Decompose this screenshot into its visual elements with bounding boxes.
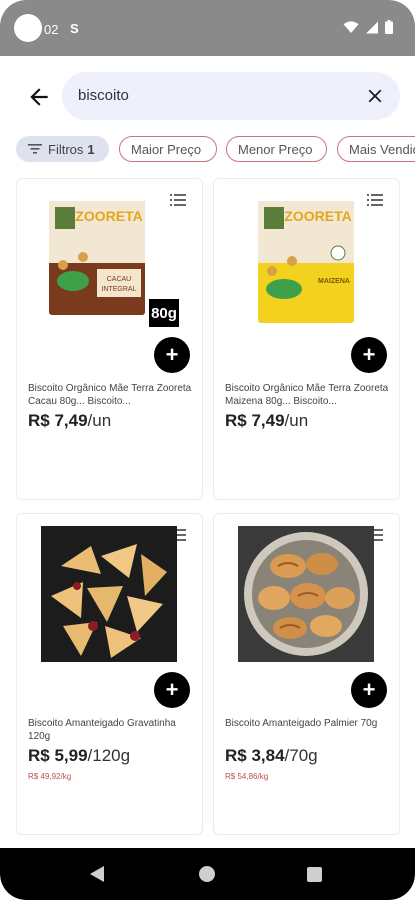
filter-chips: Filtros 1 Maior Preço Menor Preço Mais V…: [16, 136, 415, 164]
nav-recents-icon[interactable]: [307, 867, 322, 882]
phone-screen: 02 S biscoito Filtros 1 Maior Preço Meno…: [0, 0, 415, 900]
price-per-kg: R$ 49,92/kg: [28, 772, 72, 781]
product-price-row: R$ 5,99/120g: [28, 746, 130, 766]
plus-icon: +: [362, 342, 376, 367]
add-to-cart-button[interactable]: +: [351, 672, 387, 708]
chip-mais-vendidos[interactable]: Mais Vendidos: [337, 136, 415, 162]
chip-maior-preco[interactable]: Maior Preço: [119, 136, 217, 162]
product-unit: /un: [87, 411, 112, 430]
product-name[interactable]: Biscoito Orgânico Mãe Terra Zooreta Maiz…: [225, 382, 390, 408]
system-navigation-bar: [0, 848, 415, 900]
product-price: R$ 7,49: [28, 411, 88, 430]
search-input[interactable]: biscoito: [62, 72, 400, 120]
battery-icon: [385, 20, 393, 34]
product-unit: /70g: [284, 746, 318, 765]
add-to-cart-button[interactable]: +: [351, 337, 387, 373]
product-unit: /120g: [87, 746, 131, 765]
filter-label: Filtros: [48, 141, 84, 157]
product-price: R$ 7,49: [225, 411, 285, 430]
product-price-row: R$ 3,84/70g: [225, 746, 318, 766]
product-price: R$ 3,84: [225, 746, 285, 765]
plus-icon: +: [165, 342, 179, 367]
search-header: biscoito Filtros 1 Maior Preço Menor Pre…: [0, 56, 415, 180]
svg-text:CACAU: CACAU: [107, 276, 132, 283]
signal-icon: [366, 21, 378, 33]
close-icon[interactable]: [364, 85, 386, 107]
product-image: [41, 526, 177, 662]
product-card[interactable]: ZOORETA CACAU INTEGRAL 80g + Biscoito Or…: [16, 178, 203, 500]
filter-button[interactable]: Filtros 1: [16, 136, 109, 162]
filter-count: 1: [87, 141, 95, 157]
status-app-badge: S: [70, 21, 79, 36]
price-per-kg: R$ 54,86/kg: [225, 772, 269, 781]
product-name[interactable]: Biscoito Amanteigado Gravatinha 120g: [28, 717, 193, 743]
add-to-cart-button[interactable]: +: [154, 337, 190, 373]
nav-home-icon[interactable]: [199, 866, 215, 882]
product-name[interactable]: Biscoito Amanteigado Palmier 70g: [225, 717, 390, 730]
svg-text:INTEGRAL: INTEGRAL: [101, 286, 136, 293]
product-price: R$ 5,99: [28, 746, 88, 765]
search-query[interactable]: biscoito: [78, 87, 129, 104]
chip-menor-preco[interactable]: Menor Preço: [226, 136, 327, 162]
product-image: [238, 526, 374, 662]
wifi-icon: [343, 20, 359, 33]
product-price-row: R$ 7,49/un: [28, 411, 111, 431]
camera-cutout: [14, 14, 42, 42]
image-flavor-text: MAIZENA: [318, 278, 350, 285]
status-bar: 02 S: [0, 0, 415, 56]
plus-icon: +: [362, 677, 376, 702]
product-image: ZOORETA MAIZENA: [258, 201, 354, 323]
status-time: 02: [44, 22, 59, 37]
image-badge-text: 80g: [151, 305, 177, 322]
product-card[interactable]: + Biscoito Amanteigado Palmier 70g R$ 3,…: [213, 513, 400, 835]
status-icons: [343, 20, 393, 34]
product-name[interactable]: Biscoito Orgânico Mãe Terra Zooreta Caca…: [28, 382, 193, 408]
product-card[interactable]: + Biscoito Amanteigado Gravatinha 120g R…: [16, 513, 203, 835]
plus-icon: +: [165, 677, 179, 702]
back-arrow-icon[interactable]: [26, 84, 52, 110]
image-brand-text: ZOORETA: [75, 208, 142, 224]
filter-icon: [28, 144, 42, 154]
add-to-cart-button[interactable]: +: [154, 672, 190, 708]
product-price-row: R$ 7,49/un: [225, 411, 308, 431]
product-unit: /un: [284, 411, 309, 430]
product-image: ZOORETA CACAU INTEGRAL 80g: [49, 201, 179, 327]
image-brand-text: ZOORETA: [284, 208, 351, 224]
nav-back-icon[interactable]: [90, 866, 104, 882]
product-card[interactable]: ZOORETA MAIZENA + Biscoito Orgânico Mãe …: [213, 178, 400, 500]
